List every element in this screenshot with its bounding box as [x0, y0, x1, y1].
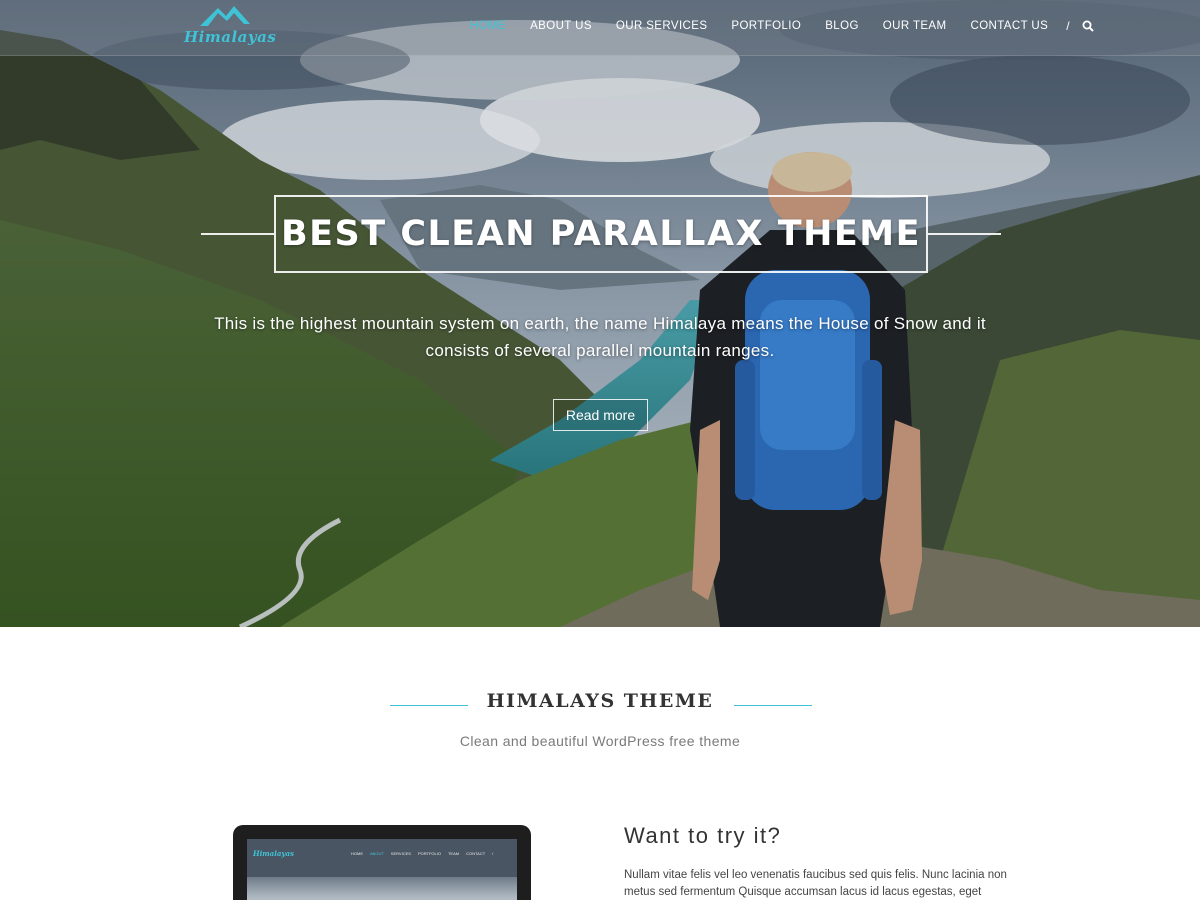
- nav-item-home[interactable]: HOME: [470, 20, 506, 32]
- preview-hero-image: [247, 877, 517, 900]
- try-it-text: Nullam vitae felis vel leo venenatis fau…: [624, 869, 1007, 898]
- preview-nav-item: SERVICES: [390, 851, 411, 856]
- search-icon[interactable]: [1082, 19, 1094, 32]
- preview-nav: HOME ABOUT SERVICES PORTFOLIO TEAM CONTA…: [351, 851, 500, 856]
- preview-nav-item: TEAM: [447, 851, 460, 856]
- hero-section: Himalayas HOME ABOUT US OUR SERVICES POR…: [0, 0, 1200, 627]
- hero-title-frame: BEST CLEAN PARALLAX THEME: [274, 195, 928, 273]
- mountain-logo-icon: [200, 6, 250, 26]
- hero-title-line-left: [201, 233, 274, 235]
- nav-item-blog[interactable]: BLOG: [825, 20, 859, 32]
- site-logo[interactable]: Himalayas: [184, 4, 284, 50]
- laptop-screen: Himalayas HOME ABOUT SERVICES PORTFOLIO …: [247, 839, 517, 900]
- section-title: HIMALAYS THEME: [486, 690, 714, 712]
- preview-nav-item: CONTACT: [466, 851, 486, 856]
- nav-separator: /: [1066, 19, 1070, 33]
- preview-nav-item: PORTFOLIO: [417, 851, 441, 856]
- logo-text: Himalayas: [184, 28, 277, 46]
- nav-item-our-services[interactable]: OUR SERVICES: [616, 20, 708, 32]
- nav-item-about-us[interactable]: ABOUT US: [530, 20, 592, 32]
- try-it-heading: Want to try it?: [624, 823, 782, 848]
- laptop-preview-image: Himalayas HOME ABOUT SERVICES PORTFOLIO …: [233, 825, 531, 900]
- hero-title-line-right: [928, 233, 1001, 235]
- preview-logo-text: Himalayas: [253, 849, 294, 858]
- hero-title: BEST CLEAN PARALLAX THEME: [280, 214, 922, 254]
- section-subtitle: Clean and beautiful WordPress free theme: [459, 733, 741, 749]
- preview-nav-item: HOME: [351, 851, 363, 856]
- nav-item-contact-us[interactable]: CONTACT US: [970, 20, 1048, 32]
- nav-item-portfolio[interactable]: PORTFOLIO: [731, 20, 801, 32]
- top-navbar: Himalayas HOME ABOUT US OUR SERVICES POR…: [0, 0, 1200, 56]
- preview-nav-item: /: [492, 851, 494, 856]
- main-menu: HOME ABOUT US OUR SERVICES PORTFOLIO BLO…: [470, 19, 1094, 33]
- read-more-button[interactable]: Read more: [553, 399, 648, 431]
- nav-item-our-team[interactable]: OUR TEAM: [883, 20, 947, 32]
- hero-subtitle: This is the highest mountain system on e…: [214, 314, 986, 360]
- preview-nav-item: ABOUT: [370, 851, 384, 856]
